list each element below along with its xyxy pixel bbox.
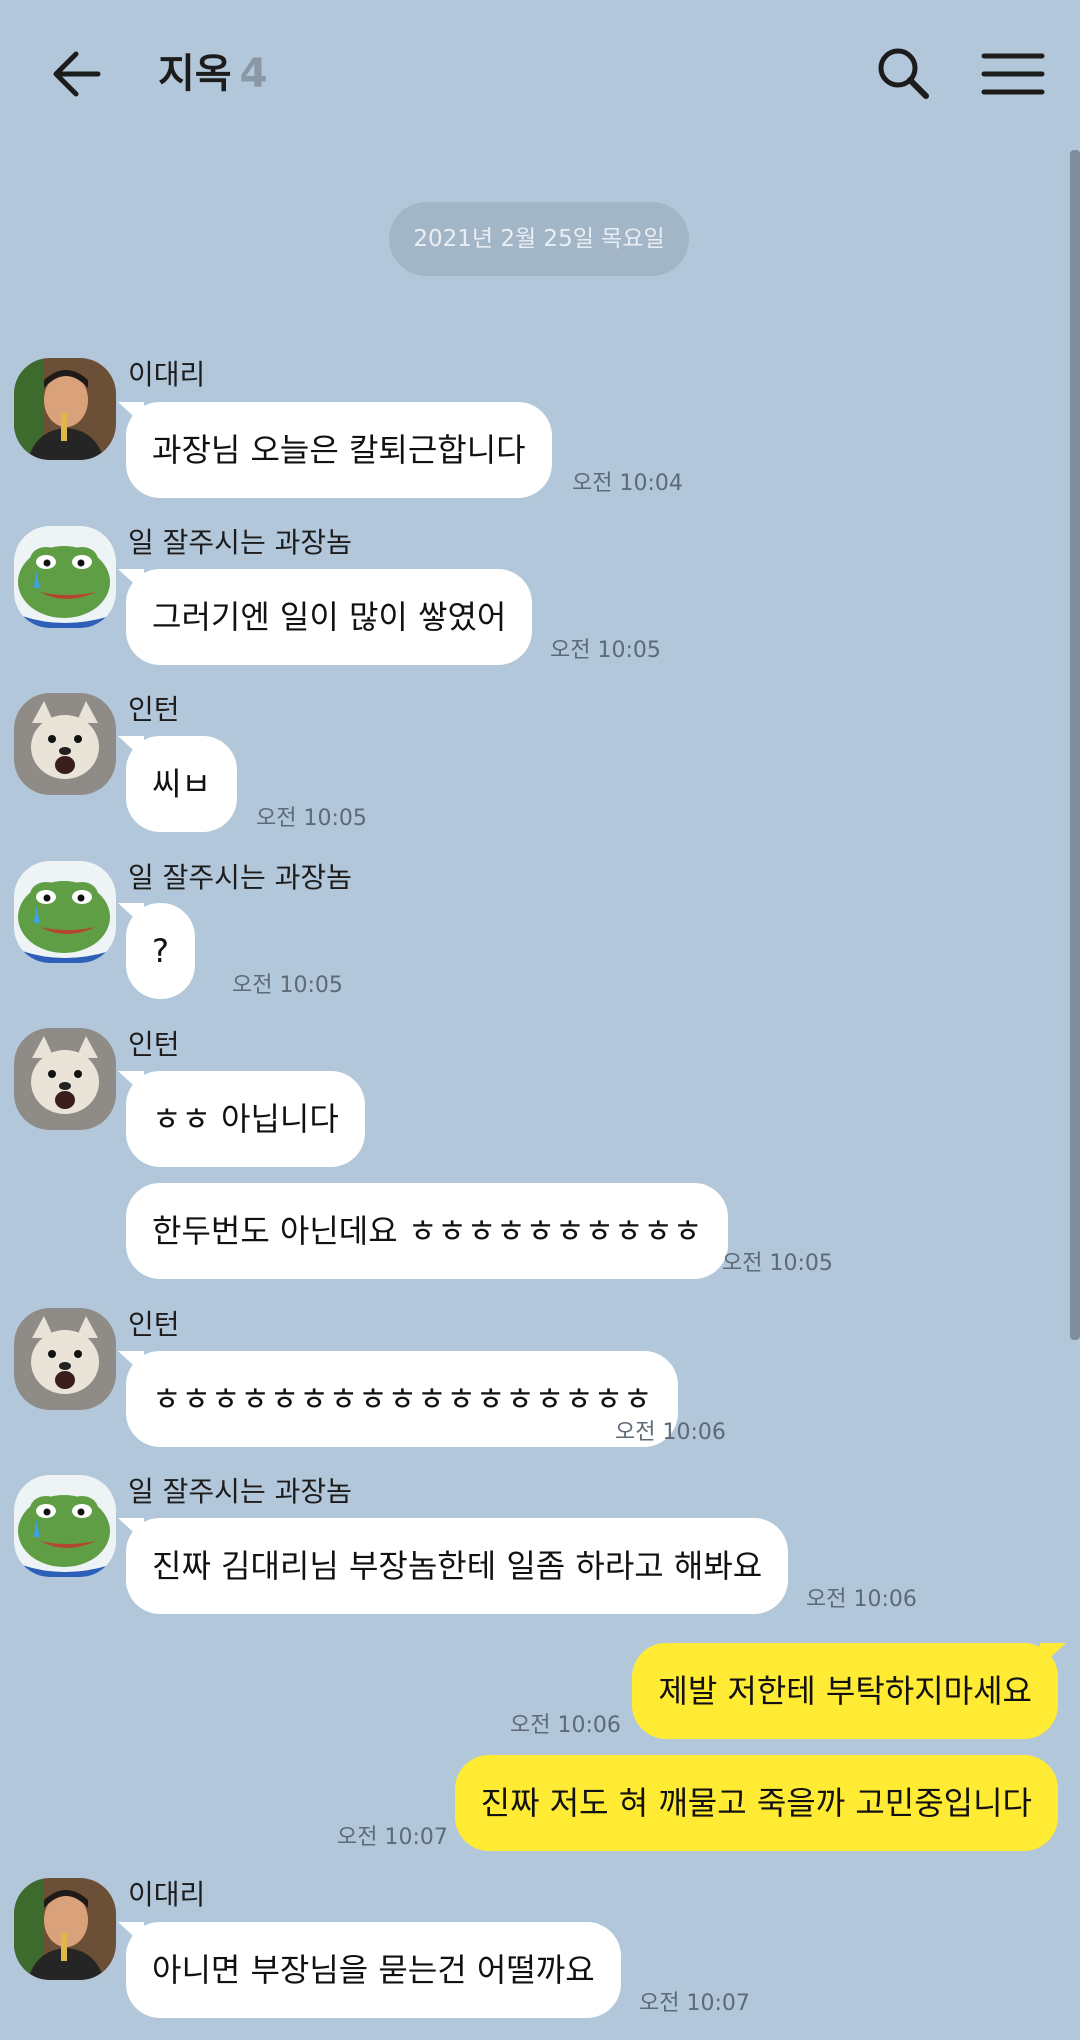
sender-name: 인턴 xyxy=(128,693,180,726)
message-time: 오전 10:06 xyxy=(806,1587,917,1612)
back-button[interactable] xyxy=(40,36,116,112)
message-bubble[interactable]: 그러기엔 일이 많이 쌓였어 xyxy=(126,569,533,665)
sender-name: 일 잘주시는 과장놈 xyxy=(128,1475,352,1508)
message-bubble[interactable]: 씨ㅂ xyxy=(126,736,237,832)
message-time: 오전 10:06 xyxy=(615,1420,726,1445)
chat-title: 지옥 4 xyxy=(158,44,267,104)
message-time: 오전 10:05 xyxy=(232,973,343,998)
avatar-intern[interactable] xyxy=(14,1308,116,1410)
arrow-left-icon xyxy=(53,51,101,97)
chat-room-name: 지옥 xyxy=(158,51,232,97)
man-portrait-icon xyxy=(14,1878,116,1980)
my-message-bubble[interactable]: 제발 저한테 부탁하지마세요 xyxy=(632,1643,1058,1739)
avatar-intern[interactable] xyxy=(14,1028,116,1130)
message-bubble[interactable]: 과장님 오늘은 칼퇴근합니다 xyxy=(126,402,552,498)
barking-dog-icon xyxy=(14,693,116,795)
message-time: 오전 10:04 xyxy=(572,471,683,496)
sender-name: 일 잘주시는 과장놈 xyxy=(128,861,352,894)
barking-dog-icon xyxy=(14,1028,116,1130)
message-time: 오전 10:07 xyxy=(639,1991,750,2016)
sender-name: 이대리 xyxy=(128,358,206,391)
man-portrait-icon xyxy=(14,358,116,460)
sender-name: 이대리 xyxy=(128,1878,206,1911)
crying-frog-icon xyxy=(14,861,116,963)
message-bubble[interactable]: ㅎㅎ 아닙니다 xyxy=(126,1071,365,1167)
chat-header: 지옥 4 xyxy=(0,0,1080,150)
sender-name: 일 잘주시는 과장놈 xyxy=(128,526,352,559)
avatar-manager[interactable] xyxy=(14,526,116,628)
message-time: 오전 10:05 xyxy=(550,638,661,663)
avatar-manager[interactable] xyxy=(14,861,116,963)
avatar-idaeri[interactable] xyxy=(14,1878,116,1980)
sender-name: 인턴 xyxy=(128,1028,180,1061)
menu-button[interactable] xyxy=(976,40,1052,110)
message-time: 오전 10:06 xyxy=(510,1713,621,1738)
avatar-intern[interactable] xyxy=(14,693,116,795)
avatar-manager[interactable] xyxy=(14,1475,116,1577)
message-bubble[interactable]: 한두번도 아닌데요 ㅎㅎㅎㅎㅎㅎㅎㅎㅎㅎ xyxy=(126,1183,729,1279)
scrollbar[interactable] xyxy=(1070,150,1080,1340)
message-time: 오전 10:05 xyxy=(722,1251,833,1276)
message-time: 오전 10:05 xyxy=(256,806,367,831)
date-divider: 2021년 2월 25일 목요일 xyxy=(389,202,689,276)
search-icon xyxy=(878,48,929,99)
message-bubble[interactable]: ㅎㅎㅎㅎㅎㅎㅎㅎㅎㅎㅎㅎㅎㅎㅎㅎㅎ xyxy=(126,1351,679,1447)
hamburger-menu-icon xyxy=(981,53,1045,95)
barking-dog-icon xyxy=(14,1308,116,1410)
my-message-bubble[interactable]: 진짜 저도 혀 깨물고 죽을까 고민중입니다 xyxy=(454,1755,1058,1851)
message-bubble[interactable]: 아니면 부장님을 묻는건 어떨까요 xyxy=(126,1922,621,2018)
crying-frog-icon xyxy=(14,526,116,628)
avatar-idaeri[interactable] xyxy=(14,358,116,460)
crying-frog-icon xyxy=(14,1475,116,1577)
message-bubble[interactable]: 진짜 김대리님 부장놈한테 일좀 하라고 해봐요 xyxy=(126,1518,789,1614)
sender-name: 인턴 xyxy=(128,1308,180,1341)
message-bubble[interactable]: ? xyxy=(126,903,195,999)
member-count: 4 xyxy=(239,51,268,97)
search-button[interactable] xyxy=(868,38,938,108)
message-time: 오전 10:07 xyxy=(337,1825,448,1850)
